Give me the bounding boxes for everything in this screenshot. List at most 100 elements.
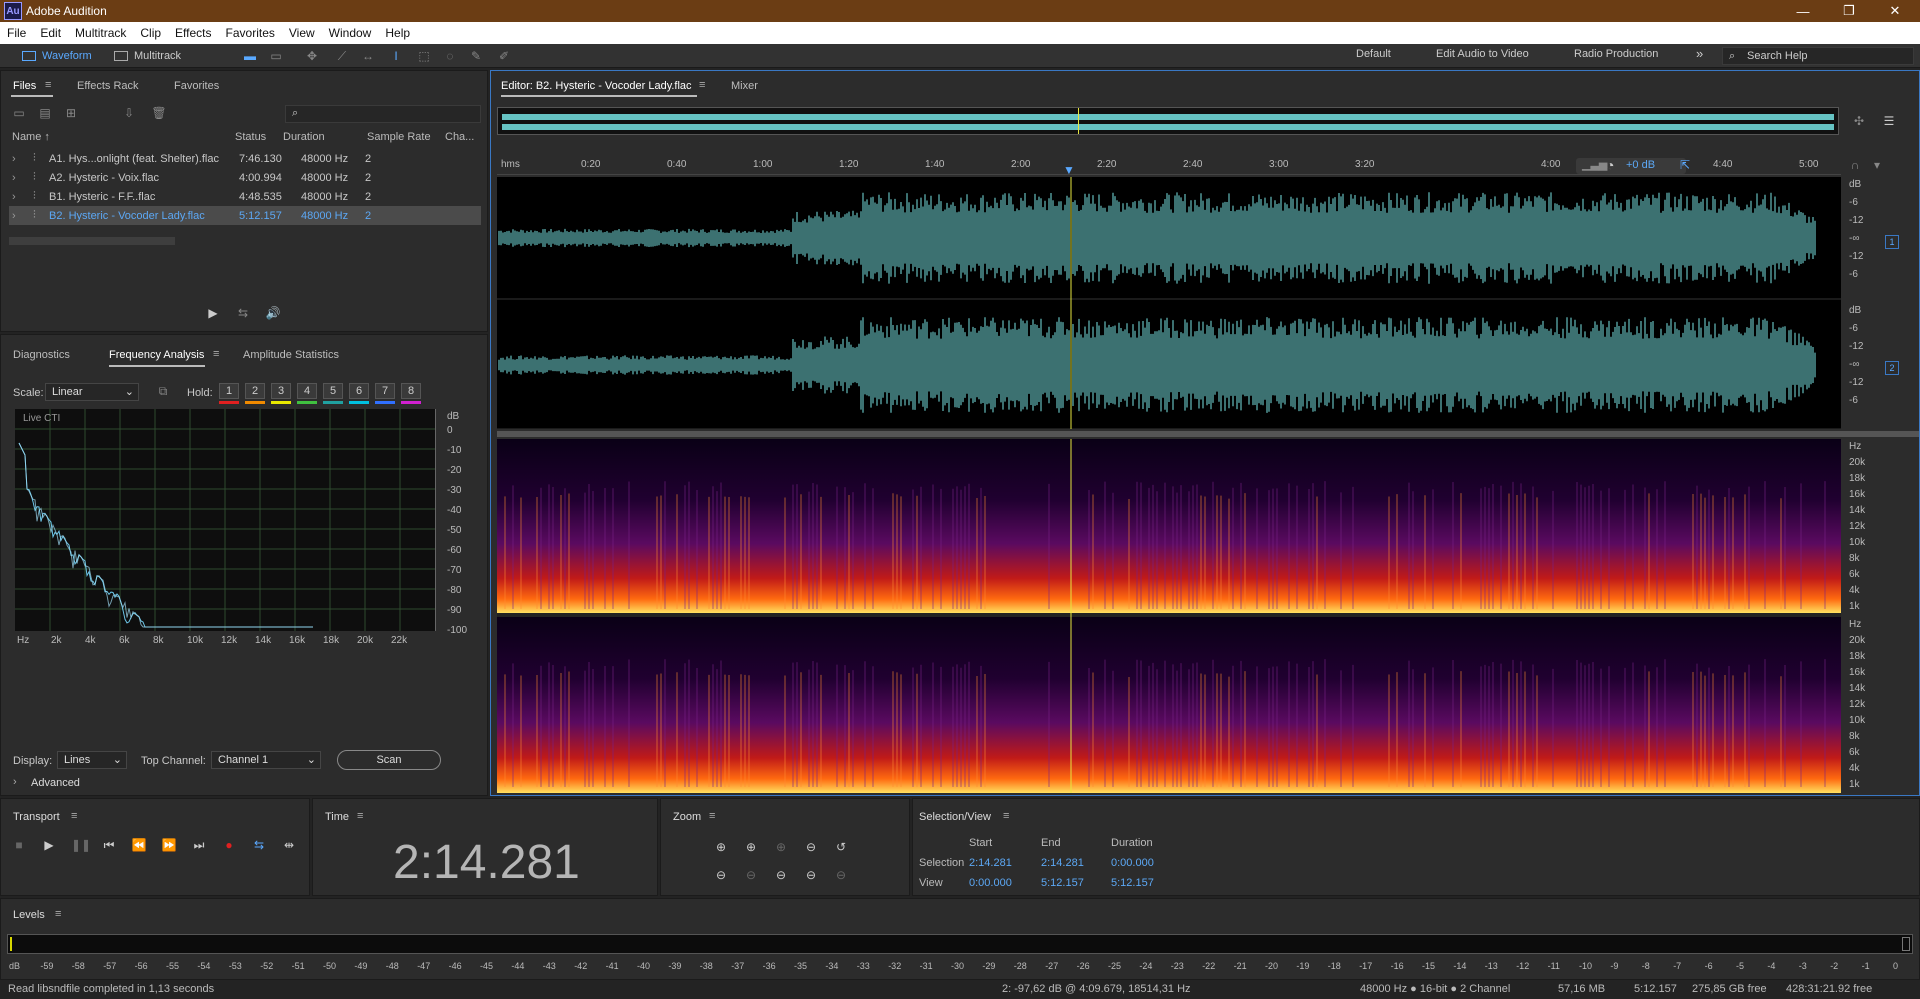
stop-icon[interactable]: ■ [11, 837, 27, 853]
menu-help[interactable]: Help [378, 26, 417, 40]
close-button[interactable]: ✕ [1872, 0, 1918, 22]
chevron-right-icon[interactable]: › [12, 153, 16, 165]
files-search-input[interactable]: ⌕ [285, 105, 481, 123]
skip-to-start-icon[interactable]: ⏮ [101, 837, 117, 853]
hold-button-8[interactable]: 8 [401, 383, 421, 399]
stack-view-icon[interactable]: ☰ [1881, 113, 1897, 129]
panel-menu-icon[interactable]: ≡ [709, 810, 715, 822]
fast-forward-icon[interactable]: ⏩ [161, 837, 177, 853]
close-file-icon[interactable]: 🗑 [151, 105, 167, 121]
hold-button-3[interactable]: 3 [271, 383, 291, 399]
spot-healing-tool-icon[interactable]: ✐ [496, 48, 512, 64]
menu-effects[interactable]: Effects [168, 26, 218, 40]
slip-tool-icon[interactable]: ↔ [360, 48, 376, 64]
tab-editor[interactable]: Editor: B2. Hysteric - Vocoder Lady.flac [501, 80, 692, 92]
rewind-icon[interactable]: ⏪ [131, 837, 147, 853]
open-file-icon[interactable]: ▭ [11, 105, 27, 121]
hold-button-6[interactable]: 6 [349, 383, 369, 399]
panel-menu-icon[interactable]: ≡ [213, 348, 219, 360]
zoom-in-selection-icon[interactable]: ⊕ [773, 839, 789, 855]
waveform-view[interactable] [497, 177, 1841, 430]
auto-play-icon[interactable]: 🔊 [265, 305, 281, 321]
zoom-out-amplitude-icon[interactable]: ⊖ [713, 867, 729, 883]
hold-button-4[interactable]: 4 [297, 383, 317, 399]
hold-button-5[interactable]: 5 [323, 383, 343, 399]
menu-file[interactable]: File [0, 26, 33, 40]
marquee-tool-icon[interactable]: ⬚ [416, 48, 432, 64]
col-sample-rate[interactable]: Sample Rate [367, 131, 431, 143]
search-help-input[interactable]: ⌕ Search Help [1722, 47, 1914, 65]
razor-tool-icon[interactable]: ⟋ [334, 48, 350, 64]
tab-favorites[interactable]: Favorites [174, 80, 219, 92]
brush-tool-icon[interactable]: ✎ [468, 48, 484, 64]
menu-clip[interactable]: Clip [133, 26, 168, 40]
workspace-radio-production[interactable]: Radio Production [1574, 48, 1658, 60]
tab-amplitude-statistics[interactable]: Amplitude Statistics [243, 349, 339, 361]
menu-window[interactable]: Window [322, 26, 379, 40]
play-preview-icon[interactable]: ▶ [205, 305, 221, 321]
scan-button[interactable]: Scan [337, 750, 441, 770]
pitch-display-icon[interactable]: ▭ [268, 48, 284, 64]
view-end[interactable]: 5:12.157 [1041, 877, 1084, 889]
col-name[interactable]: Name ↑ [12, 131, 50, 143]
file-row[interactable]: › ⫶ A2. Hysteric - Voix.flac 4:00.994 48000 … [9, 168, 481, 187]
zoom-to-start-icon[interactable]: ⊖ [773, 867, 789, 883]
chevron-right-icon[interactable]: › [12, 210, 16, 222]
maximize-button[interactable]: ❐ [1826, 0, 1872, 22]
overview-navigator[interactable] [497, 107, 1839, 135]
panel-menu-icon[interactable]: ≡ [699, 79, 705, 91]
workspace-edit-audio-to-video[interactable]: Edit Audio to Video [1436, 48, 1529, 60]
spectrogram-canvas[interactable] [497, 439, 1841, 793]
menu-view[interactable]: View [282, 26, 322, 40]
scale-dropdown[interactable]: Linear ⌄ [45, 383, 139, 401]
panel-menu-icon[interactable]: ≡ [45, 79, 51, 91]
col-duration[interactable]: Duration [283, 131, 325, 143]
zoom-out-full-icon[interactable]: ⊖ [803, 839, 819, 855]
more-workspaces-button[interactable]: » [1696, 46, 1703, 61]
top-channel-dropdown[interactable]: Channel 1 ⌄ [211, 751, 321, 769]
workspace-default[interactable]: Default [1356, 48, 1391, 60]
loop-preview-icon[interactable]: ⇆ [235, 305, 251, 321]
channel-button-1[interactable]: 1 [1885, 235, 1899, 249]
zoom-reset-icon[interactable]: ✣ [1851, 113, 1867, 129]
hold-button-2[interactable]: 2 [245, 383, 265, 399]
col-channels[interactable]: Cha... [445, 131, 474, 143]
selection-duration[interactable]: 0:00.000 [1111, 857, 1154, 869]
file-row[interactable]: › ⫶ B1. Hysteric - F.F..flac 4:48.535 48000 … [9, 187, 481, 206]
tab-frequency-analysis[interactable]: Frequency Analysis [109, 349, 204, 361]
spectral-view[interactable] [497, 439, 1841, 793]
view-duration[interactable]: 5:12.157 [1111, 877, 1154, 889]
channel-button-2[interactable]: 2 [1885, 361, 1899, 375]
lasso-tool-icon[interactable]: ◌ [442, 48, 458, 64]
chevron-right-icon[interactable]: › [13, 776, 17, 788]
file-row[interactable]: › ⫶ A1. Hys...onlight (feat. Shelter).flac… [9, 149, 481, 168]
time-selection-tool-icon[interactable]: Ι [388, 48, 404, 64]
tab-mixer[interactable]: Mixer [731, 80, 758, 92]
skip-to-end-icon[interactable]: ⏭ [191, 837, 207, 853]
waveform-mode-button[interactable]: Waveform [22, 47, 92, 65]
waveform-canvas[interactable] [497, 177, 1841, 430]
pin-hud-icon[interactable]: ⇱ [1677, 157, 1693, 173]
menu-edit[interactable]: Edit [33, 26, 68, 40]
volume-knob-icon[interactable]: ◔ [1606, 157, 1614, 173]
playhead-marker-icon[interactable]: ▼ [1063, 163, 1075, 177]
record-icon[interactable]: ● [221, 837, 237, 853]
file-row[interactable]: › ⫶ B2. Hysteric - Vocoder Lady.flac 5:12.1… [9, 206, 481, 225]
selection-end[interactable]: 2:14.281 [1041, 857, 1084, 869]
zoom-in-time-icon[interactable]: ⊕ [743, 839, 759, 855]
insert-into-multitrack-icon[interactable]: ⇩ [121, 105, 137, 121]
panel-menu-icon[interactable]: ≡ [357, 810, 363, 822]
horizontal-scrollbar[interactable] [9, 237, 175, 245]
panel-menu-icon[interactable]: ≡ [55, 908, 61, 920]
selection-start[interactable]: 2:14.281 [969, 857, 1012, 869]
zoom-to-selection-icon[interactable]: ⊖ [833, 867, 849, 883]
panel-menu-icon[interactable]: ≡ [1003, 810, 1009, 822]
chevron-right-icon[interactable]: › [12, 172, 16, 184]
zoom-reset-icon[interactable]: ↺ [833, 839, 849, 855]
zoom-out-time-icon[interactable]: ⊖ [743, 867, 759, 883]
hold-button-1[interactable]: 1 [219, 383, 239, 399]
chevron-right-icon[interactable]: › [12, 191, 16, 203]
pause-icon[interactable]: ❚❚ [71, 837, 91, 853]
tab-effects-rack[interactable]: Effects Rack [77, 80, 139, 92]
play-icon[interactable]: ▶ [41, 837, 57, 853]
